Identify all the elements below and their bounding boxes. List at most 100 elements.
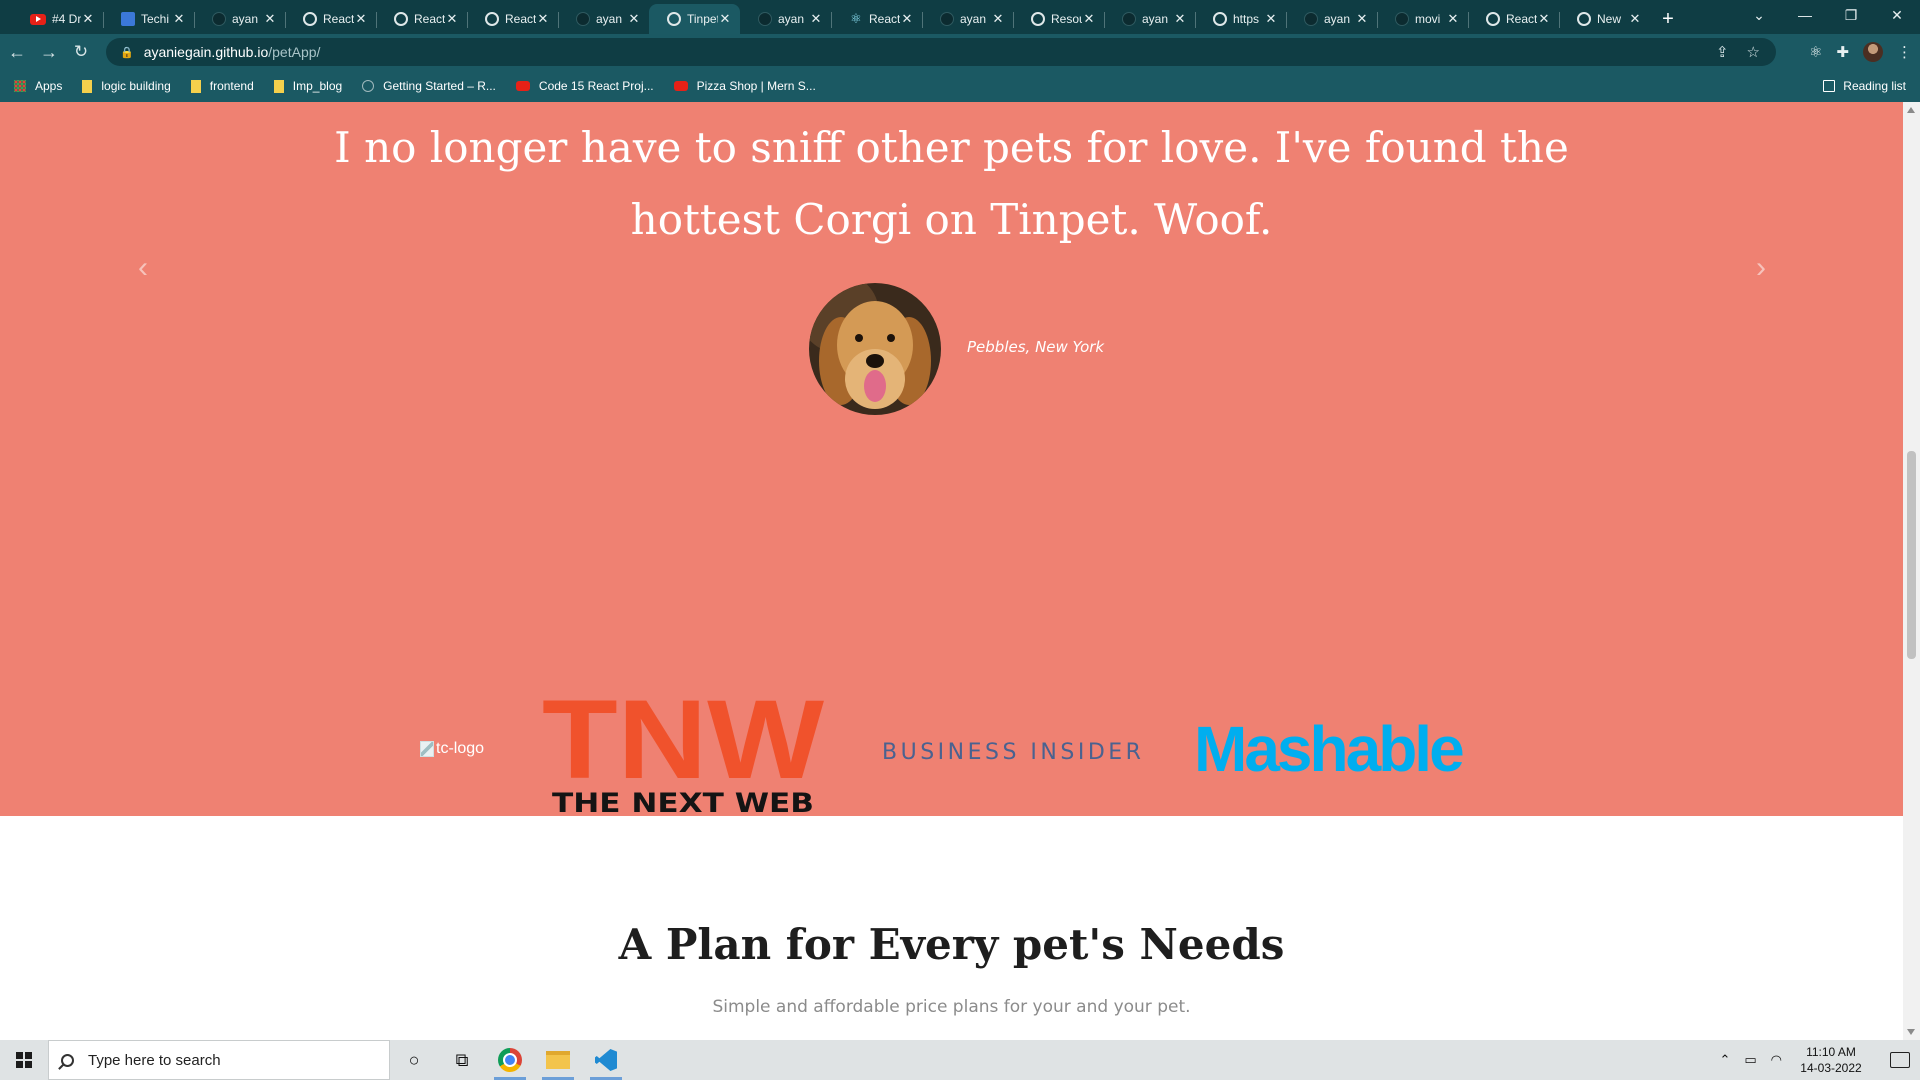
share-icon[interactable]: ⇪: [1716, 43, 1729, 61]
browser-tab[interactable]: React ✕: [285, 4, 376, 34]
tab-close-icon[interactable]: ✕: [1446, 11, 1460, 27]
scroll-down-arrow[interactable]: [1907, 1029, 1915, 1035]
extensions-puzzle-icon[interactable]: ✚: [1836, 43, 1849, 61]
browser-tab[interactable]: https ✕: [1195, 4, 1286, 34]
wifi-icon[interactable]: ◠: [1771, 1052, 1782, 1068]
bookmark-list: Apps logic building frontend Imp_blog Gettin…: [14, 79, 836, 93]
bookmark-item[interactable]: Code 15 React Proj...: [515, 79, 654, 93]
browser-tab[interactable]: movi ✕: [1377, 4, 1468, 34]
bookmark-star-icon[interactable]: ☆: [1747, 43, 1760, 61]
browser-tab[interactable]: ayan ✕: [922, 4, 1013, 34]
tab-label: #4 Dr: [52, 12, 81, 26]
bookmark-item[interactable]: Imp_blog: [273, 79, 342, 93]
tab-label: Techi: [141, 12, 170, 26]
browser-tab[interactable]: ayan ✕: [194, 4, 285, 34]
tab-close-icon[interactable]: ✕: [991, 11, 1005, 27]
browser-tab[interactable]: ayan ✕: [1286, 4, 1377, 34]
tab-label: https: [1233, 12, 1260, 26]
tab-close-icon[interactable]: ✕: [1264, 11, 1278, 27]
task-view-icon[interactable]: ⧉: [438, 1040, 486, 1080]
browser-tab[interactable]: React ✕: [467, 4, 558, 34]
window-controls: ⌄ — ❐ ✕: [1736, 0, 1920, 30]
react-icon: ⚛: [850, 11, 862, 26]
carousel-next-button[interactable]: ›: [1741, 248, 1781, 288]
taskbar-search-box[interactable]: Type here to search: [48, 1040, 390, 1080]
tray-chevron-up-icon[interactable]: ⌃: [1719, 1052, 1730, 1068]
tab-strip: #4 Dr ✕ Techi ✕ ayan ✕ React ✕ React ✕ React ✕ ayan ✕…: [0, 0, 1920, 34]
tab-active[interactable]: Tinpet ✕: [649, 4, 740, 34]
browser-tab[interactable]: Resou✕: [1013, 4, 1104, 34]
taskbar-clock[interactable]: 11:10 AM 14-03-2022: [1796, 1044, 1866, 1076]
tab-close-icon[interactable]: ✕: [1628, 11, 1642, 27]
tab-close-icon[interactable]: ✕: [354, 11, 368, 27]
reading-list-icon: [1823, 80, 1836, 92]
browser-tab[interactable]: New ✕: [1559, 4, 1650, 34]
tab-close-icon[interactable]: ✕: [172, 11, 186, 27]
bookmark-label: logic building: [101, 79, 171, 93]
bookmark-item[interactable]: frontend: [190, 79, 254, 93]
search-icon: [61, 1053, 74, 1067]
github-icon: [1122, 12, 1136, 26]
browser-tab[interactable]: #4 Dr ✕: [12, 4, 103, 34]
tab-close-icon[interactable]: ✕: [809, 11, 823, 27]
dog-avatar-image: [809, 283, 941, 415]
youtube-icon: [673, 81, 688, 91]
minimize-button[interactable]: —: [1782, 7, 1828, 23]
notification-center-icon[interactable]: [1890, 1052, 1910, 1068]
bookmark-item[interactable]: Pizza Shop | Mern S...: [673, 79, 816, 93]
reading-list-button[interactable]: Reading list: [1823, 70, 1906, 102]
tab-close-icon[interactable]: ✕: [445, 11, 459, 27]
browser-menu-icon[interactable]: ⋮: [1897, 43, 1912, 61]
carousel-prev-button[interactable]: ‹: [123, 248, 163, 288]
bookmark-item[interactable]: Apps: [14, 79, 62, 93]
tab-label: Tinpet: [687, 12, 718, 26]
scroll-up-arrow[interactable]: [1907, 107, 1915, 113]
globe-icon: [1577, 12, 1591, 26]
tab-close-icon[interactable]: ✕: [627, 11, 641, 27]
tab-label: ayan: [1324, 12, 1351, 26]
back-arrow-icon[interactable]: ←: [2, 42, 32, 63]
browser-tab[interactable]: ayan ✕: [1104, 4, 1195, 34]
tab-close-icon[interactable]: ✕: [718, 11, 732, 27]
browser-tab[interactable]: React ✕: [376, 4, 467, 34]
battery-icon[interactable]: ▭: [1744, 1052, 1756, 1068]
close-window-button[interactable]: ✕: [1874, 7, 1920, 24]
bookmark-item[interactable]: Getting Started – R...: [362, 79, 496, 93]
clock-date: 14-03-2022: [1800, 1061, 1862, 1075]
new-tab-button[interactable]: +: [1650, 4, 1686, 34]
file-explorer-taskbar-icon[interactable]: [534, 1040, 582, 1080]
browser-tab[interactable]: Techi ✕: [103, 4, 194, 34]
tab-close-icon[interactable]: ✕: [263, 11, 277, 27]
github-icon: [576, 12, 590, 26]
vscode-taskbar-icon[interactable]: [582, 1040, 630, 1080]
react-devtools-extension-icon[interactable]: ⚛: [1809, 43, 1822, 61]
github-icon: [758, 12, 772, 26]
bookmark-item[interactable]: logic building: [82, 79, 171, 93]
cortana-icon[interactable]: ○: [390, 1040, 438, 1080]
pricing-subtitle: Simple and affordable price plans for yo…: [712, 997, 1191, 1017]
scrollbar-thumb[interactable]: [1907, 451, 1916, 659]
tab-search-icon[interactable]: ⌄: [1736, 7, 1782, 24]
browser-tab[interactable]: ayan ✕: [740, 4, 831, 34]
tab-close-icon[interactable]: ✕: [1537, 11, 1551, 27]
tab-close-icon[interactable]: ✕: [536, 11, 550, 27]
tab-close-icon[interactable]: ✕: [1082, 11, 1096, 27]
tab-label: ayan: [232, 12, 259, 26]
reload-icon[interactable]: ↻: [66, 42, 96, 62]
tab-close-icon[interactable]: ✕: [1355, 11, 1369, 27]
bookmark-label: Getting Started – R...: [383, 79, 496, 93]
profile-avatar[interactable]: [1863, 42, 1883, 62]
address-bar[interactable]: 🔒 ayaniegain.github.io/petApp/ ⇪ ☆: [106, 38, 1776, 66]
tab-close-icon[interactable]: ✕: [81, 11, 95, 27]
chrome-taskbar-icon[interactable]: [486, 1040, 534, 1080]
restore-button[interactable]: ❐: [1828, 7, 1874, 24]
tab-list: #4 Dr ✕ Techi ✕ ayan ✕ React ✕ React ✕ React ✕ ayan ✕…: [12, 4, 1650, 34]
tab-close-icon[interactable]: ✕: [1173, 11, 1187, 27]
browser-tab[interactable]: ayan ✕: [558, 4, 649, 34]
browser-tab[interactable]: ⚛ React ✕: [831, 4, 922, 34]
page-scrollbar[interactable]: [1903, 102, 1920, 1040]
forward-arrow-icon[interactable]: →: [34, 42, 64, 63]
tab-close-icon[interactable]: ✕: [900, 11, 914, 27]
start-button[interactable]: [0, 1040, 48, 1080]
browser-tab[interactable]: React ✕: [1468, 4, 1559, 34]
